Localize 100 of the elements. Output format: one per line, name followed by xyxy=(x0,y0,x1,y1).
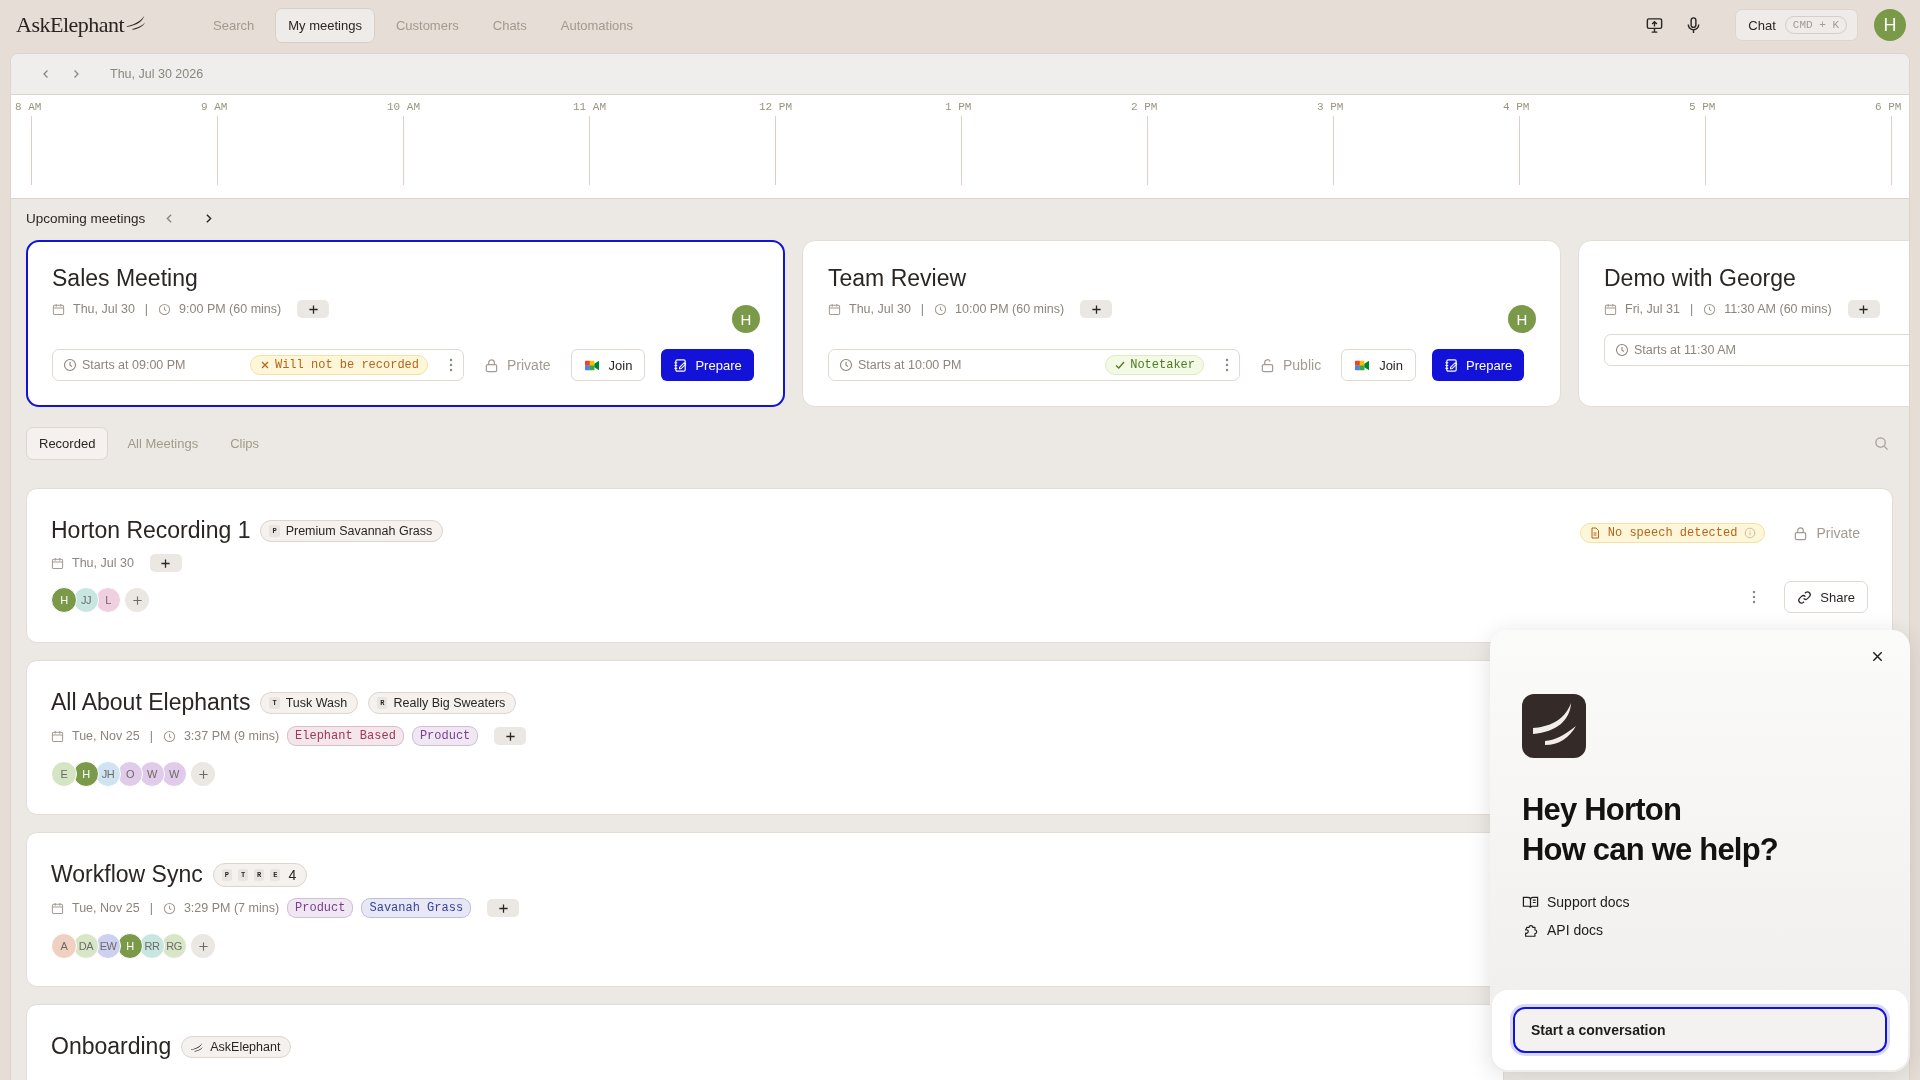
join-button[interactable]: Join xyxy=(1341,349,1416,381)
filter-tab[interactable]: Recorded xyxy=(26,427,109,460)
help-link[interactable]: API docs xyxy=(1522,922,1910,938)
clock-icon xyxy=(839,358,853,372)
meeting-title: Team Review xyxy=(828,265,968,292)
more-icon[interactable] xyxy=(449,358,453,372)
calendar-icon xyxy=(51,729,64,743)
add-button[interactable] xyxy=(149,554,182,572)
greeting: Hey Horton xyxy=(1522,791,1683,829)
notetaker-badge: Notetaker xyxy=(1105,355,1204,375)
check-icon xyxy=(1114,359,1127,371)
add-button[interactable] xyxy=(494,727,527,745)
plus-icon xyxy=(497,902,509,914)
logo-text: AskElephant xyxy=(16,12,125,38)
add-button[interactable] xyxy=(1847,300,1880,318)
puzzle-icon xyxy=(1522,922,1539,938)
start-time: Starts at 09:00 PM xyxy=(82,358,186,372)
host-avatar: H xyxy=(732,305,760,333)
close-icon[interactable] xyxy=(1871,650,1884,663)
chat-button[interactable]: Chat CMD + K xyxy=(1735,9,1858,41)
chip-label: AskElephant xyxy=(210,1039,281,1054)
help-question: How can we help? xyxy=(1522,831,1779,869)
label-tag[interactable]: Elephant Based xyxy=(287,726,404,746)
clock-icon xyxy=(934,302,948,316)
add-button[interactable] xyxy=(1080,300,1113,318)
plus-icon xyxy=(160,557,172,569)
plus-icon xyxy=(504,730,516,742)
hour-label: 5 PM xyxy=(1689,101,1717,113)
chip-label: Premium Savannah Grass xyxy=(285,523,433,538)
more-icon[interactable] xyxy=(1752,590,1757,604)
book-icon xyxy=(1522,894,1539,910)
separator: | xyxy=(1689,302,1694,316)
plus-icon xyxy=(1858,303,1870,315)
hour-label: 3 PM xyxy=(1317,101,1345,113)
participant-avatar: RG xyxy=(161,933,187,959)
topic-chip[interactable]: AskElephant xyxy=(181,1035,292,1058)
label-tag[interactable]: Product xyxy=(411,726,479,746)
separator: | xyxy=(149,901,153,915)
add-participant-button[interactable] xyxy=(191,762,215,786)
recording-date: Thu, Jul 30 xyxy=(72,556,134,570)
participant-avatar: O xyxy=(117,761,143,787)
join-button[interactable]: Join xyxy=(570,349,646,381)
label-tag[interactable]: Product xyxy=(287,898,354,918)
nav-tab[interactable]: My meetings xyxy=(275,7,375,43)
plus-icon xyxy=(197,768,209,780)
meeting-date: Thu, Jul 30 xyxy=(849,302,911,316)
participant-avatar: W xyxy=(161,761,187,787)
hour-label: 1 PM xyxy=(945,101,973,113)
separator: | xyxy=(149,729,153,743)
participant-avatar: W xyxy=(139,761,165,787)
calendar-icon xyxy=(52,302,65,316)
meeting-date: Thu, Jul 30 xyxy=(73,302,135,316)
prepare-button[interactable]: Prepare xyxy=(661,349,754,381)
calendar-icon xyxy=(51,901,64,915)
meeting-time: 10:00 PM (60 mins) xyxy=(955,302,1065,316)
screen-share-icon[interactable] xyxy=(1645,15,1665,35)
meeting-card[interactable]: Sales Meeting Thu, Jul 30 | 9:00 PM (60 mins) H Starts at 09:00 PM Will not be recorded Private Join Prepare xyxy=(26,240,785,407)
recording-card[interactable]: Onboarding AskElephant xyxy=(26,1004,1504,1080)
video-call-icon xyxy=(583,358,601,372)
participant-avatar: A xyxy=(51,933,77,959)
section-title: Upcoming meetings xyxy=(26,211,146,226)
hour-label: 6 PM xyxy=(1875,101,1903,113)
recording-badge: Will not be recorded xyxy=(249,355,428,375)
video-call-icon xyxy=(1354,358,1372,372)
hour-label: 2 PM xyxy=(1131,101,1159,113)
more-icon[interactable] xyxy=(1225,358,1229,372)
participant-avatar: DA xyxy=(73,933,99,959)
chip-label: Tusk Wash xyxy=(285,695,348,710)
prepare-button[interactable]: Prepare xyxy=(1432,349,1525,381)
participant-avatar: EW xyxy=(95,933,121,959)
meeting-time: 11:30 AM (60 mins) xyxy=(1724,302,1832,316)
recording-date: Tue, Nov 25 xyxy=(72,729,140,743)
date-label: Thu, Jul 30 2026 xyxy=(110,67,204,81)
clock-icon xyxy=(158,302,172,316)
meeting-time: 9:00 PM (60 mins) xyxy=(179,302,282,316)
label-tag[interactable]: Savanah Grass xyxy=(361,898,472,918)
add-participant-button[interactable] xyxy=(191,934,215,958)
meeting-date: Fri, Jul 31 xyxy=(1625,302,1680,316)
status-badge: No speech detected xyxy=(1579,523,1766,543)
conversation-input[interactable]: Start a conversation xyxy=(1513,1007,1887,1053)
hour-label: 11 AM xyxy=(573,101,607,113)
chip-label: Really Big Sweaters xyxy=(393,695,506,710)
participant-avatar: L xyxy=(95,587,121,613)
clock-icon xyxy=(162,901,176,915)
share-button[interactable]: Share xyxy=(1784,581,1868,613)
recording-time: 3:37 PM (9 mins) xyxy=(183,729,280,743)
separator: | xyxy=(144,302,149,316)
add-button[interactable] xyxy=(297,300,330,318)
document-icon xyxy=(1588,527,1601,539)
meeting-card[interactable]: Demo with George Fri, Jul 31 | 11:30 AM (60 mins) Starts at 11:30 AM xyxy=(1578,240,1909,407)
clock-icon xyxy=(162,729,176,743)
help-link[interactable]: Support docs xyxy=(1522,894,1910,910)
participant-avatar: H xyxy=(117,933,143,959)
add-participant-button[interactable] xyxy=(125,588,149,612)
meeting-card[interactable]: Team Review Thu, Jul 30 | 10:00 PM (60 mins) H Starts at 10:00 PM Notetaker Public Join Prepare xyxy=(802,240,1561,407)
hour-label: 4 PM xyxy=(1503,101,1531,113)
notebook-pen-icon xyxy=(1444,357,1459,373)
clock-icon xyxy=(1615,343,1629,357)
recording-title: Horton Recording 1 xyxy=(51,517,251,544)
add-button[interactable] xyxy=(487,899,520,917)
